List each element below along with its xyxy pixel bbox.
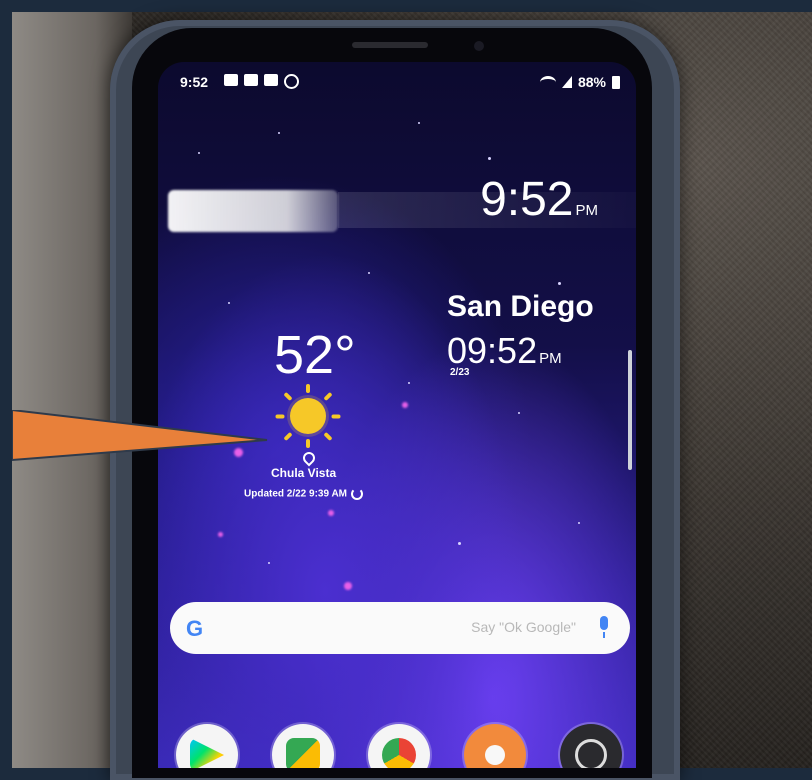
glow-dot <box>344 582 352 590</box>
sun-ray <box>275 414 285 419</box>
star <box>558 282 561 285</box>
star <box>518 412 520 414</box>
signal-icon <box>561 76 572 88</box>
star <box>278 132 280 134</box>
glow-dot <box>402 402 408 408</box>
yelp-glyph <box>485 745 505 765</box>
world-clock-time-value: 09:52 <box>447 330 538 371</box>
world-clock-ampm: PM <box>539 350 562 367</box>
refresh-icon[interactable] <box>351 488 363 500</box>
notification-icons <box>224 74 299 89</box>
pointer-arrow-shape <box>12 410 268 462</box>
sun-ray <box>323 391 333 402</box>
star <box>198 152 200 154</box>
linkedin-icon <box>224 74 238 86</box>
clock-widget[interactable]: 9:52 PM <box>480 172 598 227</box>
star <box>418 122 420 124</box>
star <box>268 562 270 564</box>
yelp-icon[interactable] <box>464 724 526 768</box>
app-dock <box>158 724 636 768</box>
maps-glyph <box>286 738 320 768</box>
sun-ray <box>283 431 293 442</box>
battery-icon <box>612 75 620 89</box>
sun-icon <box>290 398 326 434</box>
light-glare <box>168 190 338 232</box>
message-icon <box>264 74 278 86</box>
sun-ray <box>283 391 293 402</box>
clock-ampm: PM <box>575 202 599 219</box>
glow-dot <box>328 510 334 516</box>
clock-app-glyph <box>575 739 607 768</box>
chrome-icon[interactable] <box>368 724 430 768</box>
clock-app-icon[interactable] <box>560 724 622 768</box>
glow-dot <box>218 532 223 537</box>
search-hint: Say "Ok Google" <box>471 619 576 635</box>
weather-temperature[interactable]: 52° <box>274 324 356 386</box>
google-maps-icon[interactable] <box>272 724 334 768</box>
weather-updated-text: Updated 2/22 9:39 AM <box>244 488 347 500</box>
status-bar: 9:52 88% <box>158 70 636 92</box>
sun-ray <box>306 439 310 448</box>
play-store-glyph <box>190 738 224 768</box>
sun-ray <box>306 384 310 393</box>
sun-ray <box>331 414 341 419</box>
star <box>488 157 491 160</box>
status-right: 88% <box>539 74 620 90</box>
star <box>368 272 370 274</box>
pointer-arrow <box>12 410 272 470</box>
clock-time: 9:52 <box>480 173 574 226</box>
notification-icon <box>244 74 258 86</box>
world-clock-time[interactable]: 09:52 PM <box>447 330 562 372</box>
star <box>458 542 461 545</box>
weather-updated: Updated 2/22 9:39 AM <box>244 488 363 500</box>
wifi-icon <box>539 75 556 89</box>
battery-percent: 88% <box>577 74 606 90</box>
google-logo: G <box>186 616 204 641</box>
play-store-icon[interactable] <box>176 724 238 768</box>
world-clock-date: 2/23 <box>450 367 470 378</box>
sun-ray <box>323 431 333 442</box>
weather-location[interactable]: Chula Vista <box>271 466 336 480</box>
earpiece <box>352 42 428 48</box>
star <box>228 302 230 304</box>
mic-icon[interactable] <box>600 616 608 638</box>
star <box>408 382 410 384</box>
front-camera <box>474 41 484 51</box>
phone-edge-highlight <box>628 350 632 470</box>
chrome-glyph <box>382 738 416 768</box>
google-search-bar[interactable]: G Say "Ok Google" <box>170 602 630 654</box>
star <box>578 522 580 524</box>
status-time: 9:52 <box>180 74 209 90</box>
location-pin-icon <box>300 449 318 467</box>
instagram-icon <box>284 74 299 89</box>
world-clock-city[interactable]: San Diego <box>447 290 594 324</box>
